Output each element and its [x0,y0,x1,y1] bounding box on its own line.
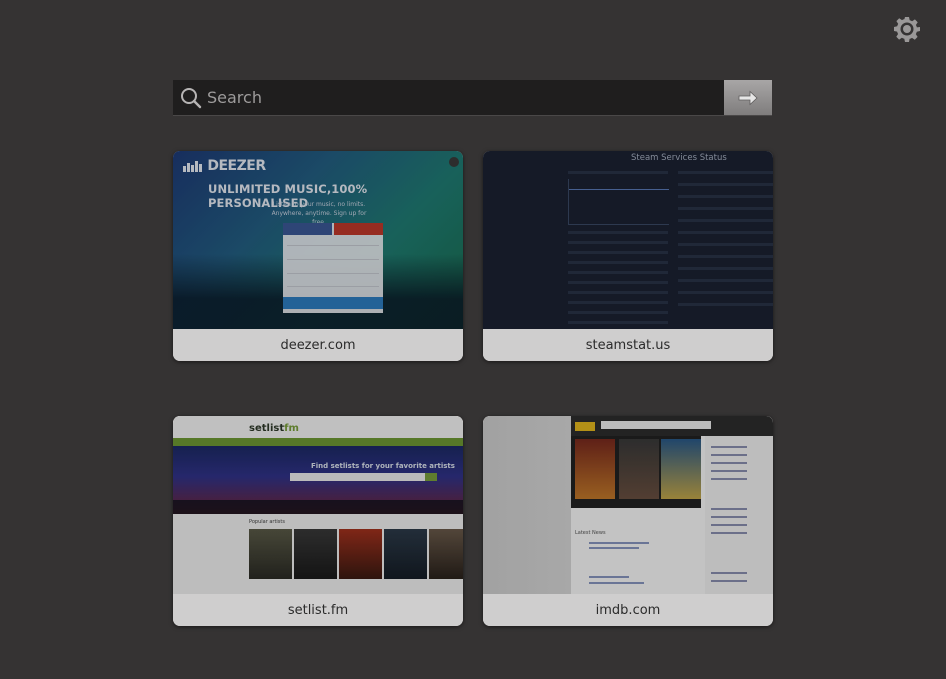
imdb-logo [575,422,595,431]
thumb-section: Popular artists [249,519,285,525]
search-input[interactable] [207,80,717,115]
tile-label: imdb.com [483,594,773,626]
speed-dial-tile-imdb[interactable]: Latest News imdb.com [483,416,773,626]
signup-form-preview [283,223,383,313]
site-thumbnail: DEEZER UNLIMITED MUSIC,100% PERSONALISED… [173,151,463,329]
thumb-title: Steam Services Status [631,153,727,163]
speed-dial-tile-deezer[interactable]: DEEZER UNLIMITED MUSIC,100% PERSONALISED… [173,151,463,361]
settings-gear-icon[interactable] [893,15,921,43]
speed-dial-tile-steamstat[interactable]: Steam Services Status steamstat.us [483,151,773,361]
search-go-button[interactable] [724,80,772,115]
thumb-section: Latest News [575,530,606,536]
status-chart-preview [568,179,669,225]
site-thumbnail: setlistfm Find setlists for your favorit… [173,416,463,594]
arrow-right-icon [738,90,758,105]
tile-label: deezer.com [173,329,463,361]
tile-label: steamstat.us [483,329,773,361]
deezer-logo: DEEZER [183,158,266,174]
search-icon [180,87,202,109]
new-tab-page: DEEZER UNLIMITED MUSIC,100% PERSONALISED… [0,0,946,679]
setlist-logo: setlistfm [249,423,299,434]
site-thumbnail: Steam Services Status [483,151,773,329]
speed-dial-tile-setlist[interactable]: setlistfm Find setlists for your favorit… [173,416,463,626]
thumb-headline: Find setlists for your favorite artists [311,462,455,470]
search-bar [173,80,772,116]
tile-label: setlist.fm [173,594,463,626]
site-thumbnail: Latest News [483,416,773,594]
